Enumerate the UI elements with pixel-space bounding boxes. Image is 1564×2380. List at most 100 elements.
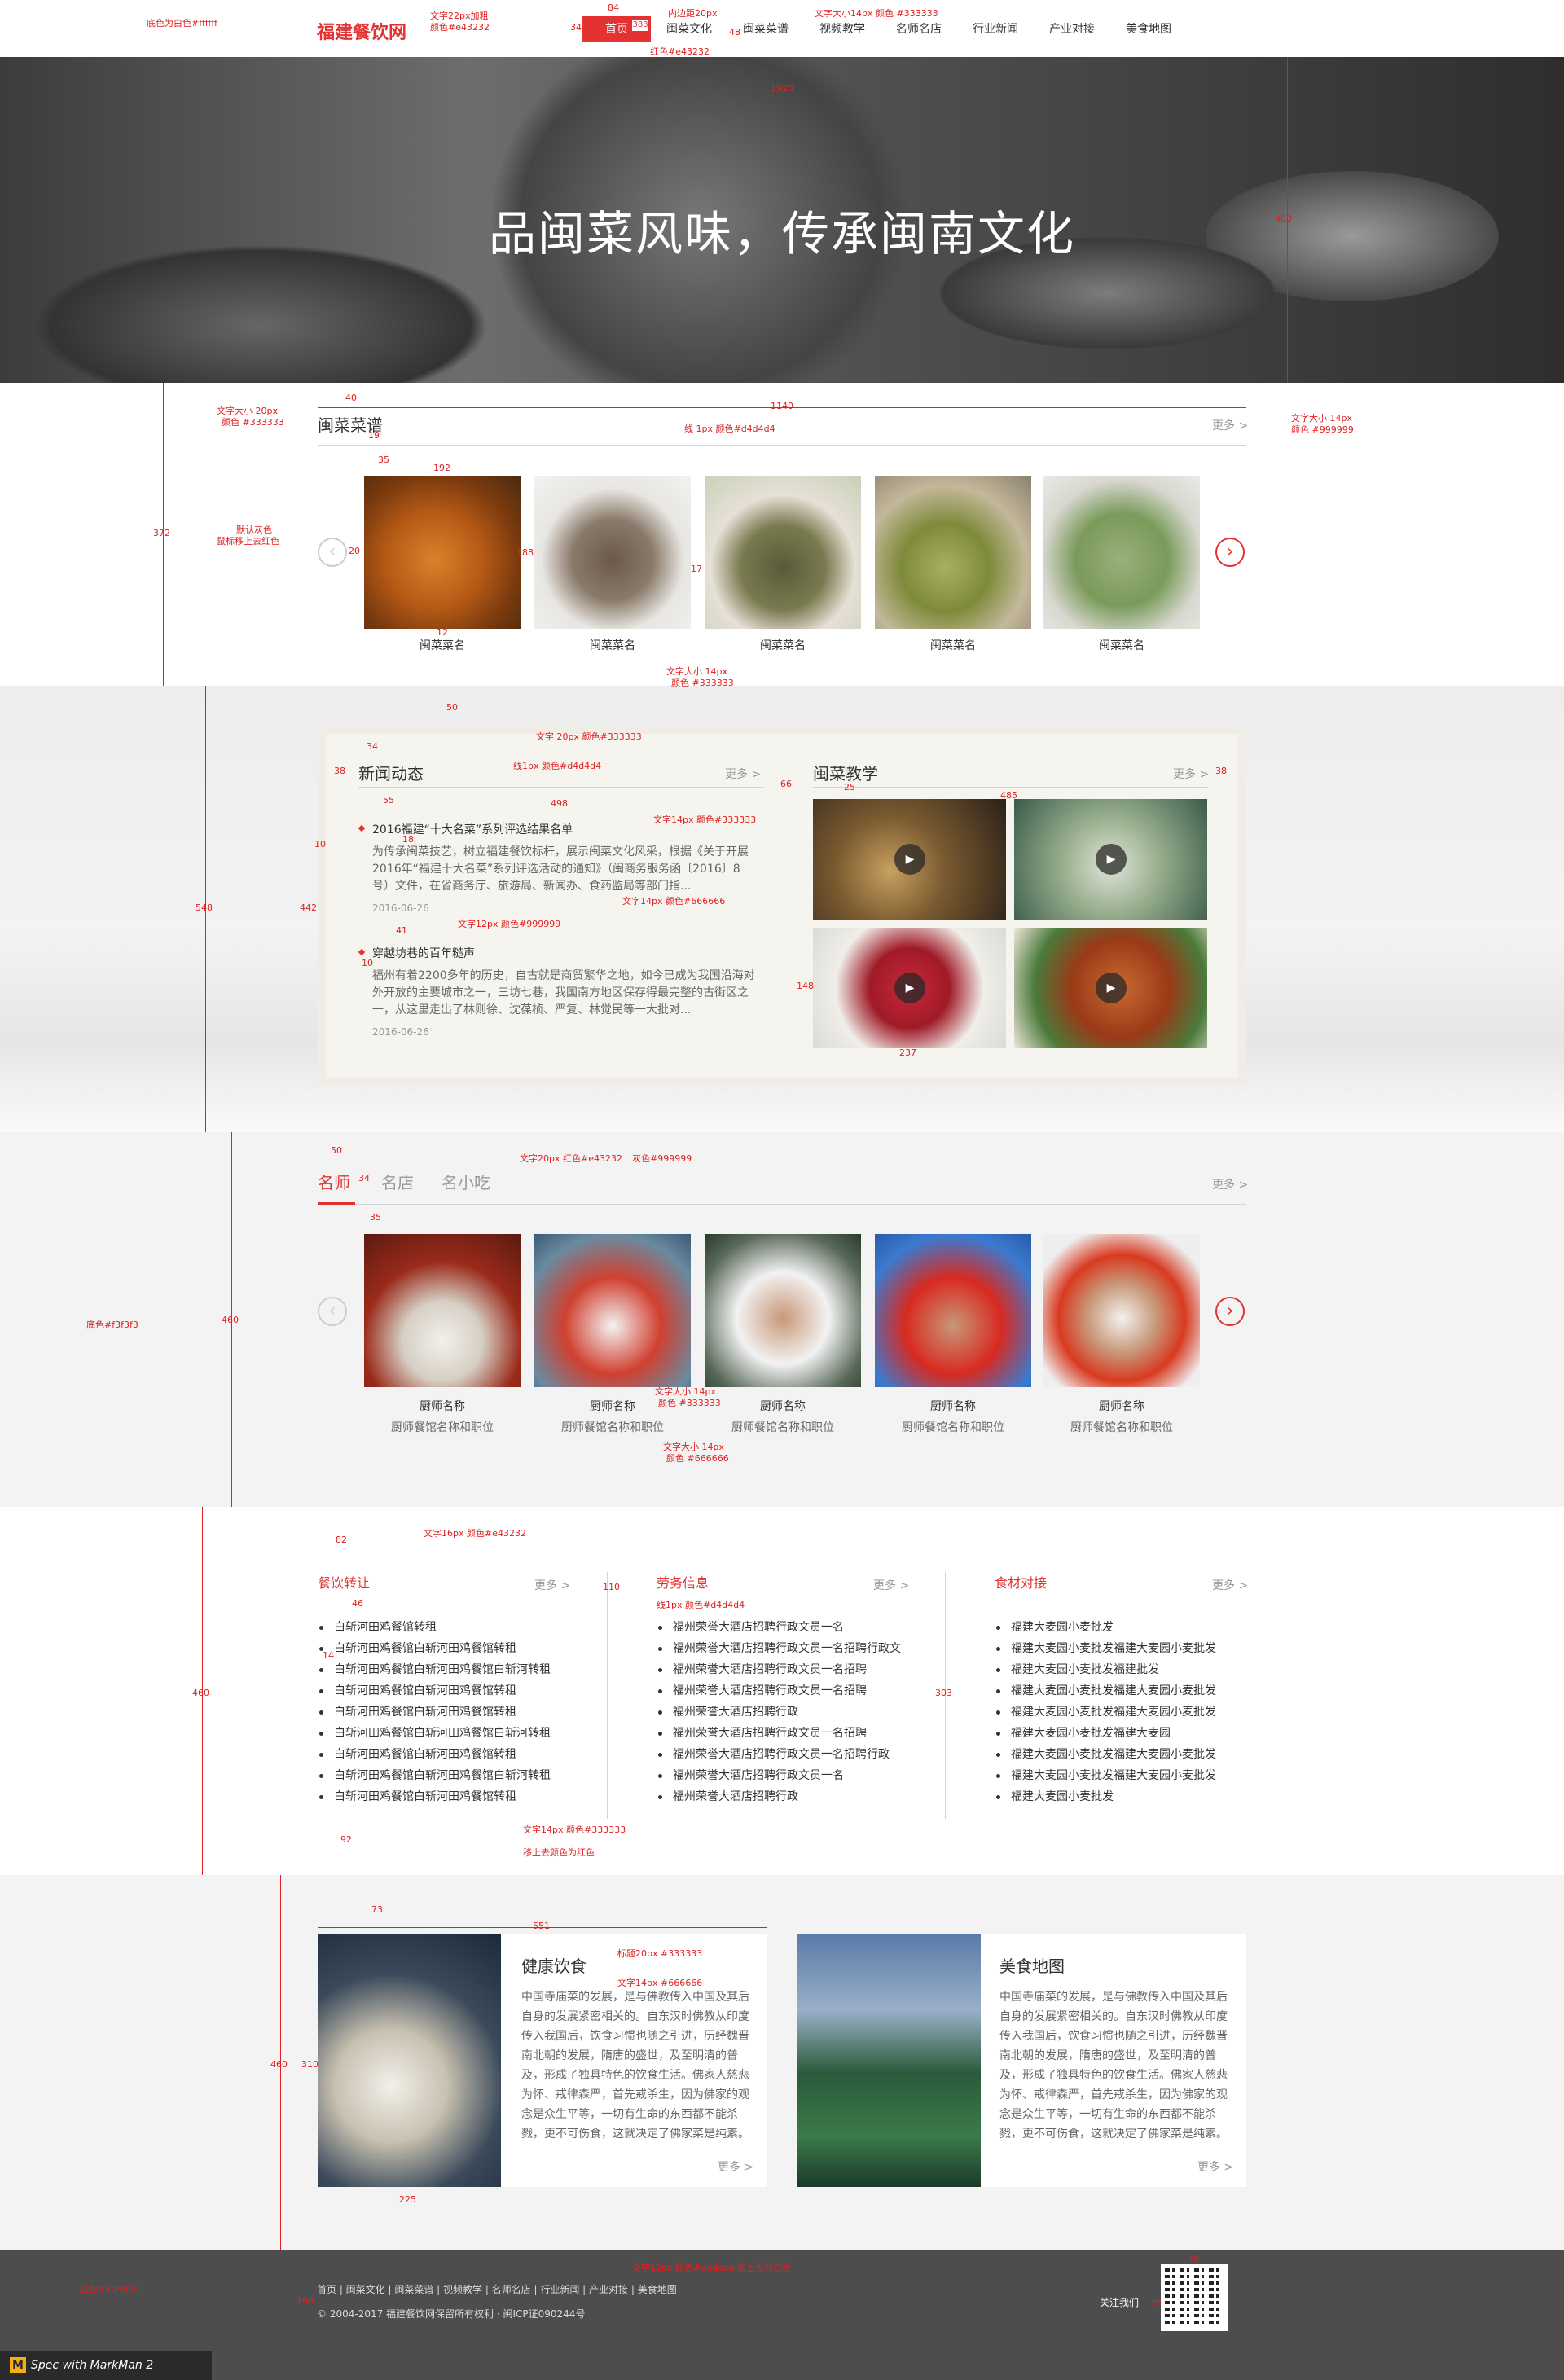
footer-copyright: © 2004-2017 福建餐饮网保留所有权利 · 闽ICP证090244号	[317, 2308, 586, 2320]
tab-masters[interactable]: 名师	[318, 1170, 350, 1193]
masters-more-link[interactable]: 更多 >	[1212, 1176, 1248, 1192]
list-item[interactable]: 福建大麦园小麦批发福建大麦园小麦批发	[995, 1702, 1216, 1723]
news-item-date: 2016-06-26	[372, 902, 429, 914]
chef-photo[interactable]	[364, 1234, 521, 1387]
list-item[interactable]: 福建大麦园小麦批发	[995, 1786, 1216, 1807]
recipe-caption[interactable]: 闽菜菜名	[364, 637, 521, 653]
nav-masters[interactable]: 名师名店	[881, 16, 957, 42]
recipe-image[interactable]	[705, 476, 861, 629]
recipe-caption[interactable]: 闽菜菜名	[705, 637, 861, 653]
health-title[interactable]: 健康饮食	[521, 1953, 586, 1977]
recipe-image[interactable]	[1043, 476, 1200, 629]
ingredients-more-link[interactable]: 更多 >	[1212, 1577, 1248, 1593]
site-logo[interactable]: 福建餐饮网	[317, 18, 406, 44]
nav-industry[interactable]: 产业对接	[1034, 16, 1110, 42]
masters-next-arrow[interactable]: ›	[1215, 1297, 1245, 1326]
chef-name[interactable]: 厨师名称	[364, 1398, 521, 1414]
annotation: 19	[368, 430, 380, 441]
list-item[interactable]: 白斩河田鸡餐馆转租	[318, 1617, 551, 1638]
list-item[interactable]: 福建大麦园小麦批发	[995, 1617, 1216, 1638]
nav-video[interactable]: 视频教学	[804, 16, 881, 42]
list-item[interactable]: 白斩河田鸡餐馆白斩河田鸡餐馆转租	[318, 1702, 551, 1723]
annotation: 35	[370, 1212, 381, 1223]
chef-name[interactable]: 厨师名称	[705, 1398, 861, 1414]
tab-shops[interactable]: 名店	[381, 1170, 414, 1193]
annotation: 92	[340, 1834, 352, 1845]
list-item[interactable]: 福州荣誉大酒店招聘行政文员一名招聘	[657, 1680, 901, 1702]
video-thumb[interactable]: ▶	[813, 928, 1006, 1048]
measure-line	[318, 1927, 767, 1928]
chef-photo[interactable]	[1043, 1234, 1200, 1387]
annotation: 551	[533, 1921, 550, 1931]
health-more-link[interactable]: 更多 >	[718, 2158, 753, 2175]
annotation: 文字20px 红色#e43232	[520, 1153, 622, 1164]
recipe-image[interactable]	[534, 476, 691, 629]
chef-name[interactable]: 厨师名称	[1043, 1398, 1200, 1414]
list-item[interactable]: 福建大麦园小麦批发福建大麦园小麦批发	[995, 1680, 1216, 1702]
recipes-more-link[interactable]: 更多 >	[1212, 417, 1248, 433]
nav-news[interactable]: 行业新闻	[957, 16, 1034, 42]
list-item[interactable]: 白斩河田鸡餐馆白斩河田鸡餐馆白斩河转租	[318, 1765, 551, 1786]
recipe-image[interactable]	[364, 476, 521, 629]
list-item[interactable]: 福州荣誉大酒店招聘行政文员一名招聘行政	[657, 1744, 901, 1765]
annotation: 460	[192, 1688, 209, 1698]
nav-culture[interactable]: 闽菜文化	[651, 16, 727, 42]
list-item[interactable]: 福州荣誉大酒店招聘行政文员一名招聘	[657, 1659, 901, 1680]
list-item[interactable]: 白斩河田鸡餐馆白斩河田鸡餐馆白斩河转租	[318, 1659, 551, 1680]
tab-snacks[interactable]: 名小吃	[442, 1170, 490, 1193]
chef-name[interactable]: 厨师名称	[875, 1398, 1031, 1414]
recipe-caption[interactable]: 闽菜菜名	[875, 637, 1031, 653]
list-item[interactable]: 福州荣誉大酒店招聘行政文员一名	[657, 1765, 901, 1786]
annotation: 76	[1150, 2297, 1162, 2308]
play-icon[interactable]: ▶	[1096, 844, 1127, 875]
recipe-caption[interactable]: 闽菜菜名	[534, 637, 691, 653]
recipe-caption[interactable]: 闽菜菜名	[1043, 637, 1200, 653]
chef-desc: 厨师餐馆名称和职位	[731, 1421, 834, 1434]
chef-photo[interactable]	[534, 1234, 691, 1387]
list-item[interactable]: 白斩河田鸡餐馆白斩河田鸡餐馆转租	[318, 1680, 551, 1702]
foodmap-image[interactable]	[797, 1934, 981, 2187]
annotation: 1140	[771, 401, 793, 411]
chef-photo[interactable]	[875, 1234, 1031, 1387]
foodmap-more-link[interactable]: 更多 >	[1197, 2158, 1233, 2175]
teaching-more-link[interactable]: 更多 >	[1173, 766, 1209, 782]
video-thumb[interactable]: ▶	[813, 799, 1006, 920]
play-icon[interactable]: ▶	[1096, 973, 1127, 1003]
list-item[interactable]: 福州荣誉大酒店招聘行政文员一名招聘	[657, 1723, 901, 1744]
health-image[interactable]	[318, 1934, 501, 2187]
transfer-more-link[interactable]: 更多 >	[534, 1577, 570, 1593]
masters-prev-arrow[interactable]: ‹	[318, 1297, 347, 1326]
video-thumb[interactable]: ▶	[1014, 799, 1207, 920]
list-item[interactable]: 白斩河田鸡餐馆白斩河田鸡餐馆转租	[318, 1786, 551, 1807]
news-more-link[interactable]: 更多 >	[725, 766, 761, 782]
list-item[interactable]: 福建大麦园小麦批发福建大麦园小麦批发	[995, 1765, 1216, 1786]
recipes-prev-arrow[interactable]: ‹	[318, 538, 347, 567]
foodmap-title[interactable]: 美食地图	[999, 1953, 1065, 1977]
annotation: 文字 20px 颜色#333333	[536, 731, 642, 742]
annotation: 82	[336, 1535, 347, 1545]
list-item[interactable]: 福州荣誉大酒店招聘行政文员一名	[657, 1617, 901, 1638]
annotation: 文字大小 14px	[663, 1442, 724, 1452]
chef-desc: 厨师餐馆名称和职位	[902, 1421, 1004, 1434]
list-item[interactable]: 白斩河田鸡餐馆白斩河田鸡餐馆转租	[318, 1744, 551, 1765]
news-item-title[interactable]: 穿越坊巷的百年糙声	[372, 945, 475, 961]
chef-photo[interactable]	[705, 1234, 861, 1387]
play-icon[interactable]: ▶	[894, 844, 925, 875]
play-icon[interactable]: ▶	[894, 973, 925, 1003]
list-item[interactable]: 福建大麦园小麦批发福建批发	[995, 1659, 1216, 1680]
list-item[interactable]: 福州荣誉大酒店招聘行政	[657, 1786, 901, 1807]
video-thumb[interactable]: ▶	[1014, 928, 1207, 1048]
recipe-image[interactable]	[875, 476, 1031, 629]
footer-links[interactable]: 首页 | 闽菜文化 | 闽菜菜谱 | 视频教学 | 名师名店 | 行业新闻 | …	[317, 2282, 677, 2296]
labor-more-link[interactable]: 更多 >	[873, 1577, 909, 1593]
list-item[interactable]: 福州荣誉大酒店招聘行政	[657, 1702, 901, 1723]
list-item[interactable]: 白斩河田鸡餐馆白斩河田鸡餐馆转租	[318, 1638, 551, 1659]
annotation: 颜色 #666666	[666, 1453, 729, 1464]
nav-foodmap[interactable]: 美食地图	[1110, 16, 1187, 42]
list-item[interactable]: 白斩河田鸡餐馆白斩河田鸡餐馆白斩河转租	[318, 1723, 551, 1744]
list-item[interactable]: 福州荣誉大酒店招聘行政文员一名招聘行政文	[657, 1638, 901, 1659]
list-item[interactable]: 福建大麦园小麦批发福建大麦园小麦批发	[995, 1744, 1216, 1765]
list-item[interactable]: 福建大麦园小麦批发福建大麦园小麦批发	[995, 1638, 1216, 1659]
recipes-next-arrow[interactable]: ›	[1215, 538, 1245, 567]
list-item[interactable]: 福建大麦园小麦批发福建大麦园	[995, 1723, 1216, 1744]
